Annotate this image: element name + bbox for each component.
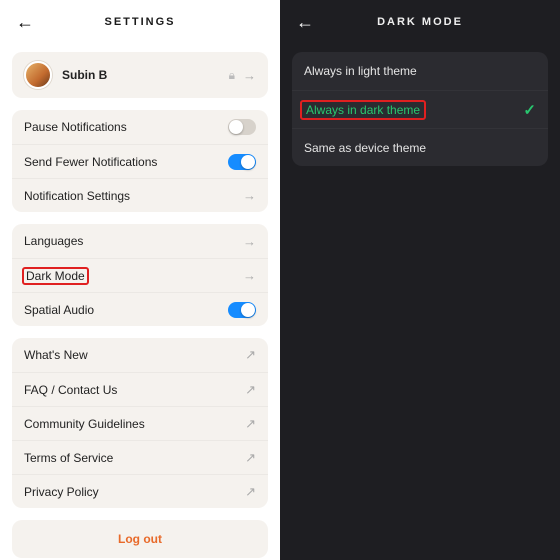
row-label: Spatial Audio — [24, 303, 228, 317]
languages-row[interactable]: Languages → — [12, 224, 268, 258]
row-label: Send Fewer Notifications — [24, 155, 228, 169]
pause-notifications-toggle[interactable] — [228, 119, 256, 135]
spatial-audio-toggle[interactable] — [228, 302, 256, 318]
dark-mode-title: DARK MODE — [280, 16, 560, 28]
logout-button[interactable]: Log out — [12, 520, 268, 558]
notifications-group: Pause Notifications Send Fewer Notificat… — [12, 110, 268, 212]
chevron-right-icon: → — [243, 188, 256, 203]
settings-screen: ← SETTINGS Subin B 🔒︎ → Pause Notificati… — [0, 0, 280, 560]
profile-row[interactable]: Subin B 🔒︎ → — [12, 52, 268, 98]
tos-row[interactable]: Terms of Service ↗ — [12, 440, 268, 474]
profile-name: Subin B — [62, 68, 107, 82]
option-label: Always in dark theme — [300, 100, 426, 120]
chevron-right-icon: → — [243, 68, 256, 83]
row-label: Notification Settings — [24, 189, 243, 203]
guidelines-row[interactable]: Community Guidelines ↗ — [12, 406, 268, 440]
option-label: Same as device theme — [304, 141, 536, 155]
row-label: Dark Mode — [22, 267, 89, 285]
lock-icon: 🔒︎ — [229, 68, 235, 83]
external-link-icon: ↗ — [245, 484, 256, 500]
option-label: Always in light theme — [304, 64, 536, 78]
dark-mode-header: ← DARK MODE — [280, 0, 560, 44]
external-link-icon: ↗ — [245, 382, 256, 398]
spatial-audio-row[interactable]: Spatial Audio — [12, 292, 268, 326]
option-device-theme[interactable]: Same as device theme — [292, 128, 548, 166]
faq-row[interactable]: FAQ / Contact Us ↗ — [12, 372, 268, 406]
option-light-theme[interactable]: Always in light theme — [292, 52, 548, 90]
check-icon: ✓ — [523, 101, 536, 119]
profile-group: Subin B 🔒︎ → — [12, 52, 268, 98]
links-group: What's New ↗ FAQ / Contact Us ↗ Communit… — [12, 338, 268, 508]
notification-settings-row[interactable]: Notification Settings → — [12, 178, 268, 212]
external-link-icon: ↗ — [245, 347, 256, 363]
logout-label: Log out — [118, 532, 162, 546]
row-label: FAQ / Contact Us — [24, 383, 245, 397]
row-label: What's New — [24, 348, 245, 362]
fewer-notifications-row[interactable]: Send Fewer Notifications — [12, 144, 268, 178]
row-label: Terms of Service — [24, 451, 245, 465]
row-label: Community Guidelines — [24, 417, 245, 431]
row-label: Languages — [24, 234, 243, 248]
chevron-right-icon: → — [243, 234, 256, 249]
avatar — [24, 61, 52, 89]
pause-notifications-row[interactable]: Pause Notifications — [12, 110, 268, 144]
option-dark-theme[interactable]: Always in dark theme ✓ — [292, 90, 548, 128]
settings-title: SETTINGS — [0, 16, 280, 28]
row-label: Pause Notifications — [24, 120, 228, 134]
back-arrow-icon[interactable]: ← — [16, 12, 34, 33]
whats-new-row[interactable]: What's New ↗ — [12, 338, 268, 372]
external-link-icon: ↗ — [245, 416, 256, 432]
fewer-notifications-toggle[interactable] — [228, 154, 256, 170]
chevron-right-icon: → — [243, 268, 256, 283]
dark-mode-options: Always in light theme Always in dark the… — [292, 52, 548, 166]
dark-mode-row[interactable]: Dark Mode → — [12, 258, 268, 292]
settings-header: ← SETTINGS — [0, 0, 280, 44]
privacy-row[interactable]: Privacy Policy ↗ — [12, 474, 268, 508]
external-link-icon: ↗ — [245, 450, 256, 466]
preferences-group: Languages → Dark Mode → Spatial Audio — [12, 224, 268, 326]
dark-mode-screen: ← DARK MODE Always in light theme Always… — [280, 0, 560, 560]
row-label: Privacy Policy — [24, 485, 245, 499]
back-arrow-icon[interactable]: ← — [296, 12, 314, 33]
